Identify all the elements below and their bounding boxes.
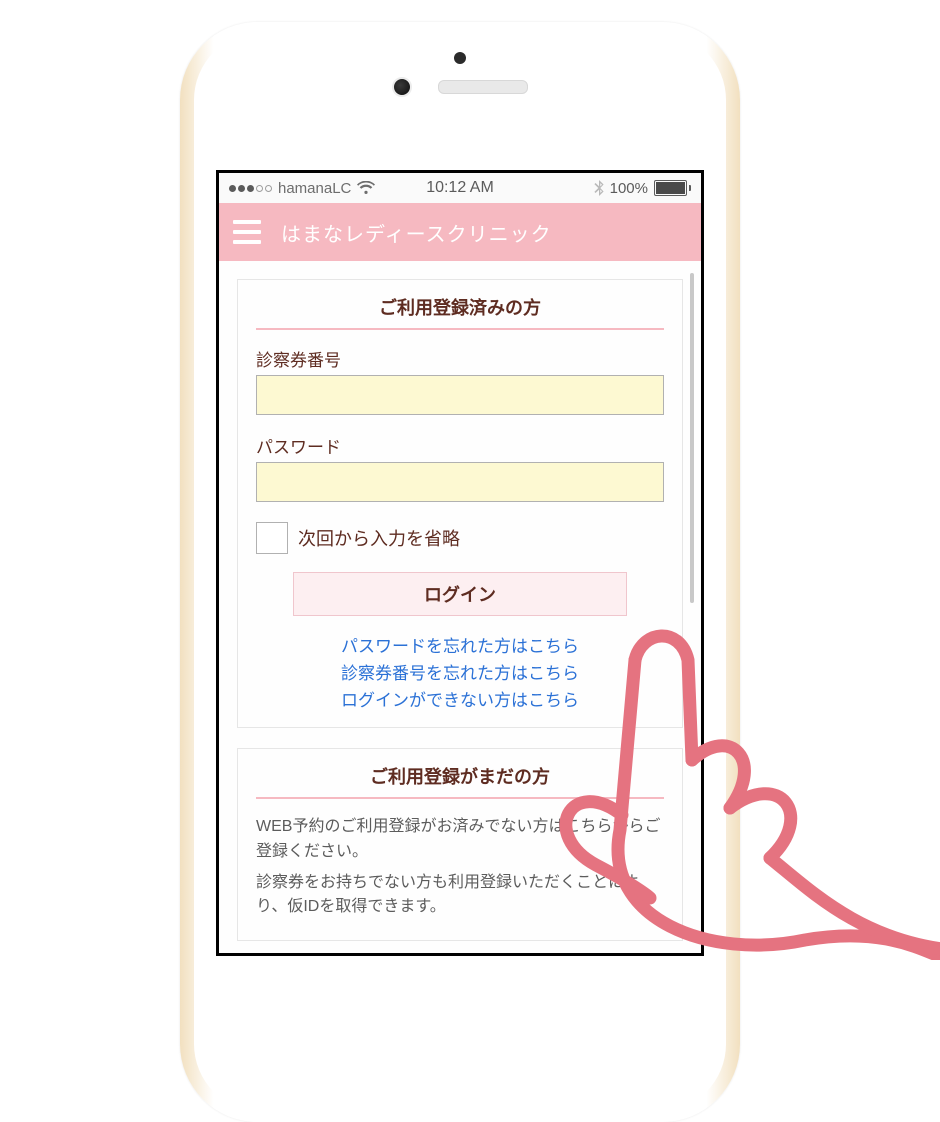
- battery-icon: [654, 180, 691, 196]
- register-card: ご利用登録がまだの方 WEB予約のご利用登録がお済みでない方はこちらからご登録く…: [237, 748, 683, 941]
- remember-checkbox[interactable]: [256, 522, 288, 554]
- login-button[interactable]: ログイン: [293, 572, 628, 616]
- password-input[interactable]: [256, 462, 664, 502]
- link-cannot-login[interactable]: ログインができない方はこちら: [256, 686, 664, 711]
- status-bar: hamanaLC 10:12 AM 100%: [219, 173, 701, 203]
- password-label: パスワード: [256, 433, 664, 458]
- scrollbar[interactable]: [690, 273, 694, 603]
- phone-sensor-row: [180, 77, 740, 97]
- front-camera: [392, 77, 412, 97]
- menu-icon[interactable]: [233, 220, 261, 244]
- app-title: はまなレディースクリニック: [281, 218, 552, 247]
- remember-row: 次回から入力を省略: [256, 522, 664, 554]
- remember-label: 次回から入力を省略: [298, 525, 460, 551]
- login-card: ご利用登録済みの方 診察券番号 パスワード 次回から入力を省略 ログイン パスワ…: [237, 279, 683, 728]
- register-paragraph-2: 診察券をお持ちでない方も利用登録いただくことにより、仮IDを取得できます。: [256, 871, 664, 921]
- ear-speaker: [438, 80, 528, 94]
- clock: 10:12 AM: [426, 179, 494, 196]
- proximity-sensor: [454, 52, 466, 64]
- register-paragraph-1: WEB予約のご利用登録がお済みでない方はこちらからご登録ください。: [256, 815, 664, 865]
- link-forgot-card-number[interactable]: 診察券番号を忘れた方はこちら: [256, 659, 664, 684]
- phone-screen: hamanaLC 10:12 AM 100%: [216, 170, 704, 956]
- login-card-header: ご利用登録済みの方: [256, 294, 664, 330]
- carrier-label: hamanaLC: [278, 180, 351, 197]
- link-forgot-password[interactable]: パスワードを忘れた方はこちら: [256, 632, 664, 657]
- help-links: パスワードを忘れた方はこちら 診察券番号を忘れた方はこちら ログインができない方…: [256, 632, 664, 711]
- app-header: はまなレディースクリニック: [219, 203, 701, 261]
- wifi-icon: [357, 181, 375, 195]
- bluetooth-icon: [594, 180, 604, 196]
- cell-signal-icon: [229, 185, 272, 192]
- battery-percent: 100%: [610, 180, 648, 197]
- card-number-input[interactable]: [256, 375, 664, 415]
- card-number-label: 診察券番号: [256, 346, 664, 371]
- status-bar-right: 100%: [594, 180, 691, 197]
- status-bar-left: hamanaLC: [229, 180, 375, 197]
- page-content: ご利用登録済みの方 診察券番号 パスワード 次回から入力を省略 ログイン パスワ…: [219, 261, 701, 941]
- register-card-header: ご利用登録がまだの方: [256, 763, 664, 799]
- phone-frame: hamanaLC 10:12 AM 100%: [180, 22, 740, 1122]
